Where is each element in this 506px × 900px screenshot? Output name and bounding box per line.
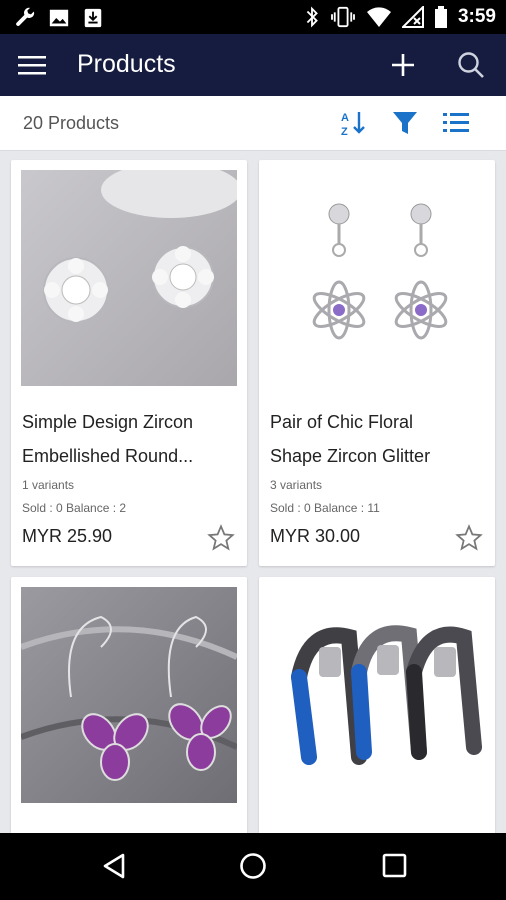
product-card[interactable]: Pair of Chic Floral Shape Zircon Glitter… — [259, 160, 495, 566]
app-bar: Products — [0, 34, 506, 96]
vibrate-icon — [331, 6, 355, 28]
product-name-line1: Pair of Chic Floral — [270, 412, 414, 432]
recents-icon[interactable] — [381, 852, 407, 880]
purple-flower-earrings-image — [21, 587, 237, 803]
status-bar: 3:59 — [0, 0, 506, 34]
list-view-icon[interactable] — [442, 109, 470, 137]
menu-icon[interactable] — [18, 53, 46, 77]
svg-text:A: A — [341, 112, 349, 124]
product-price: MYR 25.90 — [22, 526, 113, 546]
products-toolbar: 20 Products A Z — [0, 96, 506, 151]
product-variants: 3 variants — [270, 478, 323, 492]
no-signal-icon — [401, 6, 424, 28]
image-icon — [49, 9, 69, 27]
product-price: MYR 30.00 — [270, 526, 361, 546]
stud-earrings-image — [21, 170, 237, 386]
product-count: 20 Products — [23, 113, 120, 133]
product-name-line2: Shape Zircon Glitter — [270, 446, 431, 466]
wrench-icon — [16, 7, 35, 26]
product-variants: 1 variants — [22, 478, 75, 492]
product-stock: Sold : 0 Balance : 11 — [270, 501, 380, 515]
wifi-icon — [366, 7, 391, 27]
status-time: 3:59 — [457, 6, 496, 27]
svg-text:Z: Z — [341, 126, 348, 137]
battery-icon — [434, 6, 447, 28]
product-stock: Sold : 0 Balance : 2 — [22, 501, 127, 515]
product-name-line2: Embellished Round... — [22, 446, 194, 466]
product-card[interactable] — [259, 577, 495, 847]
search-icon[interactable] — [457, 51, 485, 79]
product-name-line1: Simple Design Zircon — [22, 412, 194, 432]
download-icon — [84, 8, 102, 28]
add-icon[interactable] — [390, 52, 416, 78]
home-icon[interactable] — [239, 852, 267, 880]
back-icon[interactable] — [101, 852, 127, 880]
system-nav-bar — [0, 833, 506, 900]
bluetooth-icon — [306, 6, 318, 28]
product-card[interactable]: Simple Design Zircon Embellished Round..… — [11, 160, 247, 566]
filter-icon[interactable] — [391, 109, 419, 137]
sort-az-icon[interactable]: A Z — [340, 109, 368, 137]
star-icon[interactable] — [207, 524, 235, 552]
page-title: Products — [77, 50, 176, 78]
hand-grip-exercisers-image — [269, 587, 485, 803]
star-icon[interactable] — [455, 524, 483, 552]
product-card[interactable] — [11, 577, 247, 847]
floral-drop-earrings-image — [269, 170, 485, 386]
